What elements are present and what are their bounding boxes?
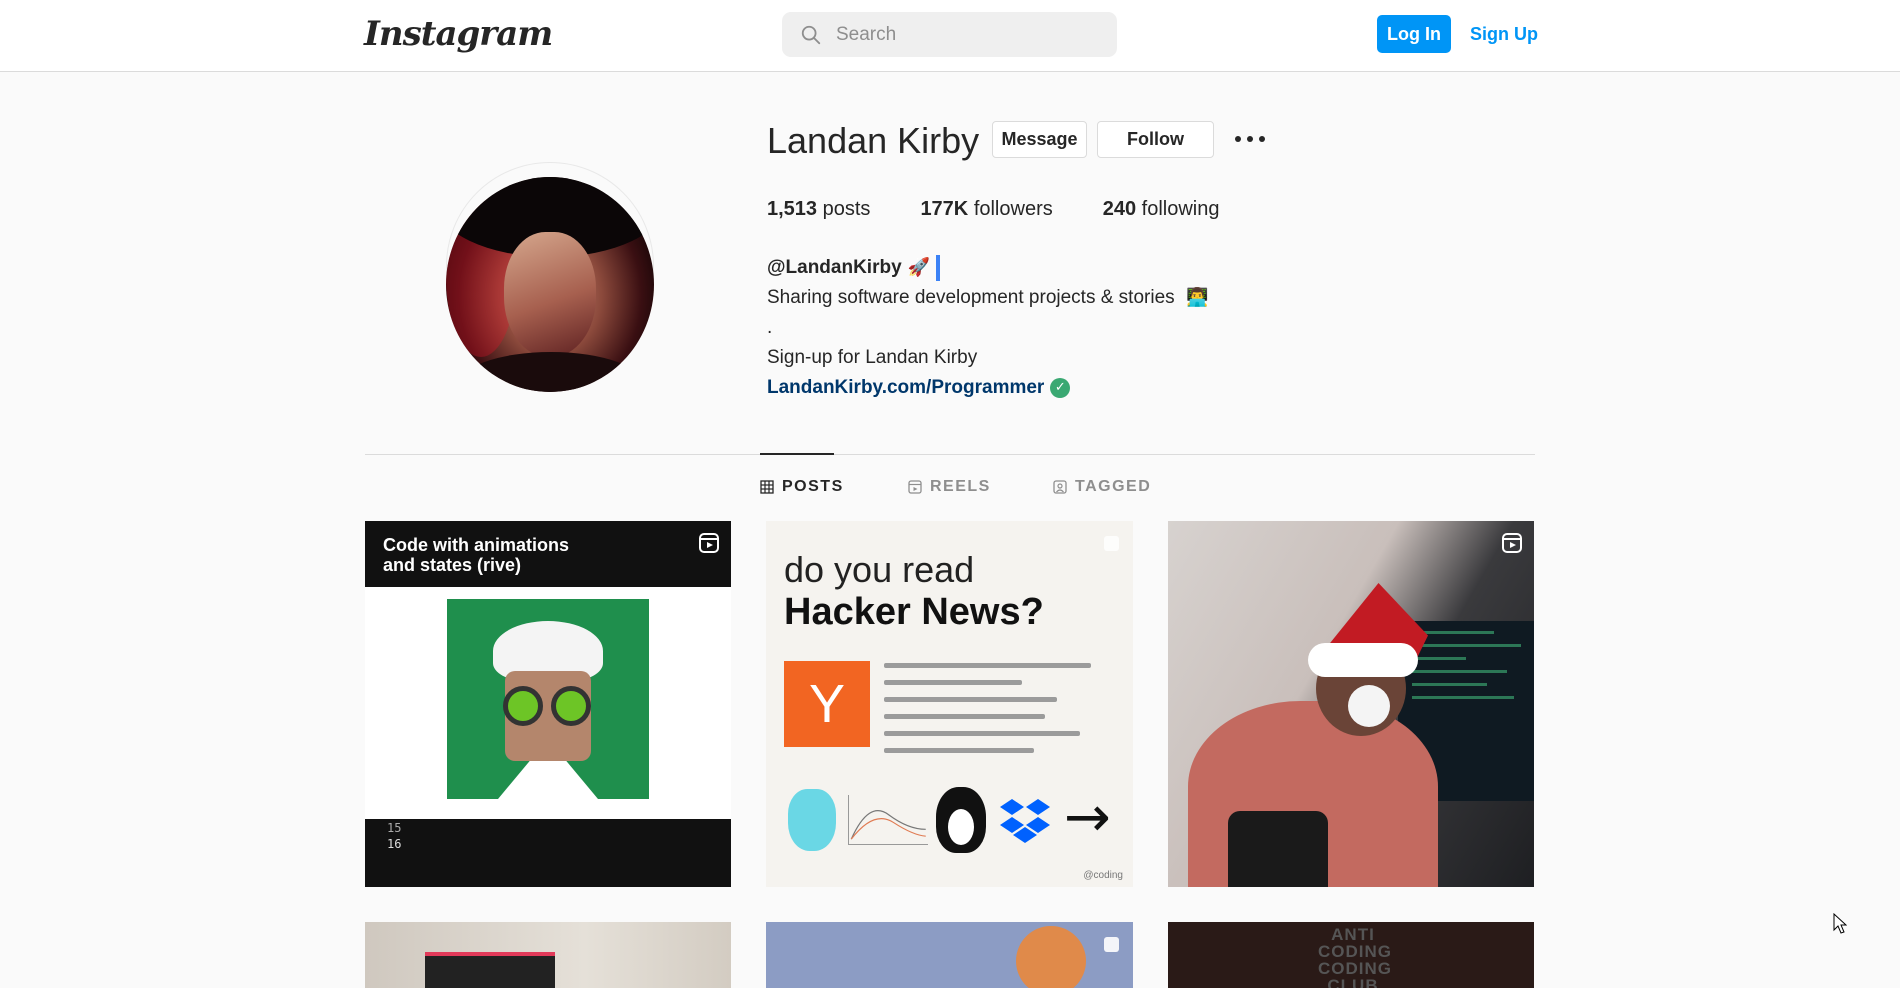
tab-reels[interactable]: REELS — [908, 478, 991, 496]
bio-line-2: . — [767, 317, 773, 338]
bio-link[interactable]: LandanKirby.com/Programmer ✓ — [767, 373, 1208, 403]
post-tile-1[interactable]: Code with animations and states (rive) 1… — [365, 521, 731, 887]
post-2-line-1: do you read — [784, 549, 975, 590]
post-tile-6[interactable]: ANTI CODING CODING CLUB — [1168, 922, 1534, 988]
profile-name: Landan Kirby — [767, 120, 980, 161]
carousel-icon — [1104, 536, 1119, 551]
post-2-news-list — [884, 663, 1114, 765]
avatar-face — [504, 232, 596, 357]
post-4-monitor — [425, 952, 555, 988]
tab-posts[interactable]: POSTS — [760, 478, 844, 496]
bio-handle: @LandanKirby 🚀 — [767, 253, 1208, 283]
graph-icon — [848, 795, 928, 845]
post-5-person — [1016, 926, 1086, 988]
post-1-code-footer — [365, 819, 731, 887]
dropbox-icon — [1000, 799, 1050, 843]
text-cursor — [936, 255, 941, 281]
post-1-line-number: 15 — [387, 821, 402, 835]
post-tile-2[interactable]: do you read Hacker News? Y → @coding — [766, 521, 1133, 887]
laptop-person-icon: 👨‍💻 — [1185, 287, 1209, 308]
stat-followers[interactable]: 177K followers — [920, 198, 1052, 221]
post-1-line-number: 16 — [387, 837, 402, 851]
profile-bio: @LandanKirby 🚀 Sharing software developm… — [767, 253, 1208, 403]
tab-tagged[interactable]: TAGGED — [1053, 478, 1151, 496]
bio-line-3: Sign-up for Landan Kirby — [767, 347, 978, 368]
instagram-logo[interactable]: Instagram — [364, 14, 553, 54]
avatar-shirt — [456, 352, 646, 392]
linux-tux-icon — [936, 787, 986, 853]
post-3-hat-pompom — [1348, 685, 1390, 727]
profile-avatar[interactable] — [446, 177, 654, 392]
post-3-chair — [1228, 811, 1328, 887]
verified-check-icon: ✓ — [1050, 378, 1071, 398]
stat-posts: 1,513 posts — [767, 198, 871, 220]
reel-icon — [699, 533, 719, 553]
top-navigation-bar: Instagram Log In Sign Up — [0, 0, 1900, 72]
post-2-credit: @coding — [1083, 870, 1123, 881]
post-2-line-2: Hacker News? — [784, 591, 1044, 633]
post-tile-5[interactable] — [766, 922, 1133, 988]
post-1-title: Code with animations and states (rive) — [383, 535, 570, 575]
carousel-icon — [1104, 937, 1119, 952]
mouse-cursor-icon — [1833, 913, 1847, 934]
more-options-icon[interactable] — [1235, 127, 1265, 151]
grid-icon — [760, 480, 774, 494]
follow-button[interactable]: Follow — [1097, 121, 1214, 158]
post-1-character-eye-right — [551, 686, 591, 726]
search-icon — [801, 25, 821, 44]
login-button[interactable]: Log In — [1377, 15, 1451, 53]
stat-following[interactable]: 240 following — [1103, 198, 1220, 221]
go-gopher-icon — [788, 789, 836, 851]
search-box[interactable] — [782, 12, 1117, 57]
arrow-right-icon: → — [1064, 785, 1111, 850]
post-1-character-eye-left — [503, 686, 543, 726]
tabs-divider — [365, 454, 1535, 455]
reel-icon — [1502, 533, 1522, 553]
post-3-hat-band — [1308, 643, 1418, 677]
message-button[interactable]: Message — [992, 121, 1087, 158]
post-tile-4[interactable] — [365, 922, 731, 988]
signup-link[interactable]: Sign Up — [1470, 24, 1538, 45]
hacker-news-logo: Y — [784, 661, 870, 747]
rocket-icon: 🚀 — [907, 257, 931, 278]
reels-icon — [908, 480, 922, 494]
post-6-text: ANTI CODING CODING CLUB — [1318, 925, 1392, 988]
search-input[interactable] — [836, 23, 1086, 46]
active-tab-indicator — [760, 453, 834, 455]
tagged-icon — [1053, 480, 1067, 494]
post-tile-3[interactable] — [1168, 521, 1534, 887]
bio-line-1: Sharing software development projects & … — [767, 287, 1209, 308]
profile-stats: 1,513 posts 177K followers 240 following — [767, 198, 1270, 221]
